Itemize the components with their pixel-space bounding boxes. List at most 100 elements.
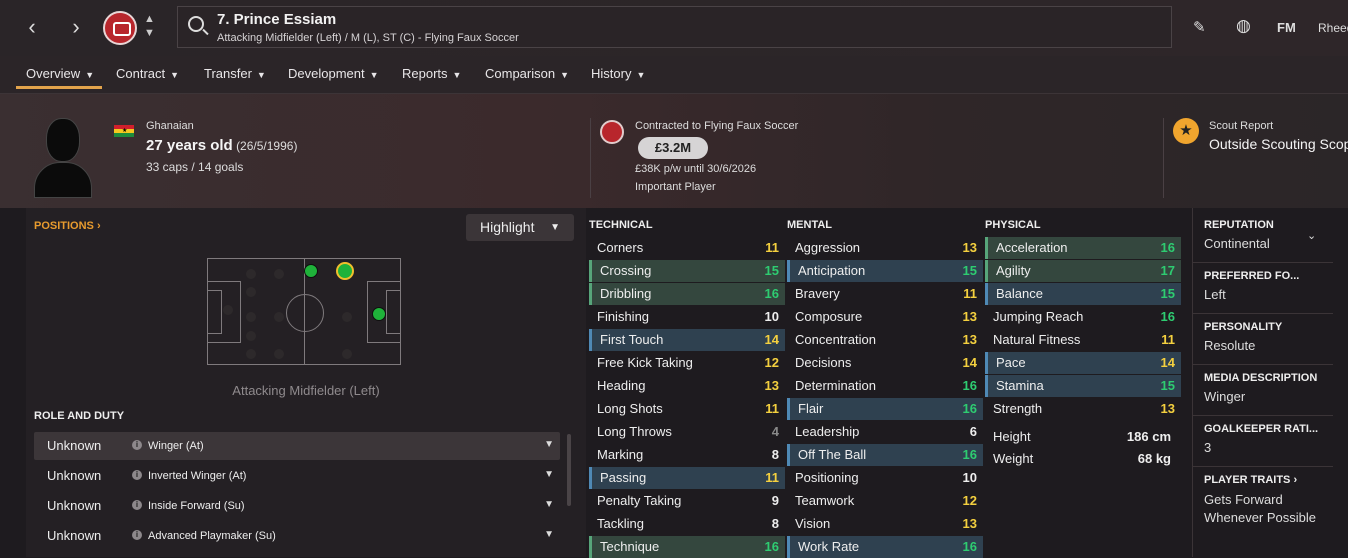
attribute-row[interactable]: Vision 13 (787, 513, 983, 535)
attribute-row[interactable]: Positioning 10 (787, 467, 983, 489)
info-icon[interactable]: i (132, 500, 142, 510)
player-traits-link[interactable]: PLAYER TRAITS › (1204, 474, 1334, 486)
player-avatar (34, 118, 92, 198)
role-name: Inverted Winger (At) (148, 470, 247, 482)
chevron-down-icon[interactable]: ▼ (544, 439, 554, 450)
attribute-row[interactable]: Marking 8 (589, 444, 785, 466)
attribute-row[interactable]: Aggression 13 (787, 237, 983, 259)
personality-label: PERSONALITY (1204, 321, 1283, 333)
attribute-row[interactable]: Concentration 13 (787, 329, 983, 351)
attribute-row[interactable]: Penalty Taking 9 (589, 490, 785, 512)
tab-history[interactable]: History ▼ (591, 66, 645, 81)
media-description-item: MEDIA DESCRIPTION Winger (1204, 372, 1334, 404)
attribute-row[interactable]: Balance 15 (985, 283, 1181, 305)
role-row[interactable]: Unknown i Advanced Playmaker (Su) ▼ (34, 522, 560, 550)
tab-transfer[interactable]: Transfer ▼ (204, 66, 266, 81)
attribute-row[interactable]: First Touch 14 (589, 329, 785, 351)
chevron-down-icon[interactable]: ▼ (544, 529, 554, 540)
secondary-position-dot (372, 307, 386, 321)
divider (1193, 415, 1333, 416)
info-icon[interactable]: i (132, 470, 142, 480)
role-rating: Unknown (47, 468, 102, 483)
player-value-badge[interactable]: £3.2M (638, 137, 708, 159)
user-name[interactable]: Rheed (1318, 21, 1348, 35)
attribute-row[interactable]: Crossing 15 (589, 260, 785, 282)
edit-pencil-icon[interactable]: ✎ (1193, 18, 1206, 36)
tab-contract[interactable]: Contract ▼ (116, 66, 179, 81)
attribute-row[interactable]: Agility 17 (985, 260, 1181, 282)
attribute-row[interactable]: Long Throws 4 (589, 421, 785, 443)
attribute-row[interactable]: Off The Ball 16 (787, 444, 983, 466)
player-traits-item[interactable]: PLAYER TRAITS › Gets Forward Whenever Po… (1204, 474, 1334, 527)
attribute-row[interactable]: Decisions 14 (787, 352, 983, 374)
role-row[interactable]: Unknown i Inside Forward (Su) ▼ (34, 492, 560, 520)
attribute-value: 10 (962, 470, 977, 485)
player-header[interactable]: 7. Prince Essiam Attacking Midfielder (L… (177, 6, 1172, 48)
position-dot (246, 287, 256, 297)
attribute-row[interactable]: Heading 13 (589, 375, 785, 397)
attribute-row[interactable]: Anticipation 15 (787, 260, 983, 282)
chevron-down-icon[interactable]: ▼ (544, 469, 554, 480)
physical-label: PHYSICAL (985, 219, 1041, 231)
attribute-row[interactable]: Finishing 10 (589, 306, 785, 328)
attribute-row[interactable]: Flair 16 (787, 398, 983, 420)
info-icon[interactable]: i (132, 530, 142, 540)
tab-development[interactable]: Development ▼ (288, 66, 379, 81)
attribute-row[interactable]: Natural Fitness 11 (985, 329, 1181, 351)
wage-info: £38K p/w until 30/6/2026 (635, 163, 757, 175)
player-switch-icon[interactable]: ▲ ▼ (144, 12, 155, 40)
attribute-name: First Touch (600, 332, 664, 347)
world-icon[interactable]: ◍ (1236, 16, 1251, 36)
attribute-row[interactable]: Bravery 11 (787, 283, 983, 305)
chevron-down-icon[interactable]: ▼ (544, 499, 554, 510)
weight-label: Weight (993, 451, 1034, 466)
info-icon[interactable]: i (132, 440, 142, 450)
position-dot (246, 331, 256, 341)
attribute-value: 17 (1160, 263, 1175, 278)
attribute-row[interactable]: Leadership 6 (787, 421, 983, 443)
tab-comparison[interactable]: Comparison ▼ (485, 66, 569, 81)
club-badge-icon[interactable] (600, 120, 624, 144)
tab-label: History (591, 66, 632, 81)
attribute-value: 16 (962, 539, 977, 554)
top-bar: ‹ › ▲ ▼ 7. Prince Essiam Attacking Midfie… (0, 0, 1348, 56)
tab-label: Transfer (204, 66, 252, 81)
attribute-row[interactable]: Free Kick Taking 12 (589, 352, 785, 374)
role-rating: Unknown (47, 528, 102, 543)
role-row[interactable]: Unknown i Inverted Winger (At) ▼ (34, 462, 560, 490)
attribute-name: Dribbling (600, 286, 652, 301)
attribute-row[interactable]: Technique 16 (589, 536, 785, 558)
attribute-row[interactable]: Teamwork 12 (787, 490, 983, 512)
attribute-row[interactable]: Tackling 8 (589, 513, 785, 535)
tab-overview[interactable]: Overview ▼ (26, 66, 94, 81)
attribute-row[interactable]: Work Rate 16 (787, 536, 983, 558)
highlight-dropdown[interactable]: Highlight ▼ (466, 214, 574, 241)
back-arrow-icon[interactable]: ‹ (14, 10, 50, 46)
avatar-body (34, 162, 92, 198)
attribute-row[interactable]: Determination 16 (787, 375, 983, 397)
attribute-row[interactable]: Corners 11 (589, 237, 785, 259)
scrollbar[interactable] (567, 434, 571, 506)
attribute-row[interactable]: Stamina 15 (985, 375, 1181, 397)
fm-menu-button[interactable]: FM (1277, 20, 1296, 35)
attribute-row[interactable]: Acceleration 16 (985, 237, 1181, 259)
player-title: 7. Prince Essiam (217, 11, 337, 28)
positions-link[interactable]: POSITIONS › (34, 220, 101, 232)
club-badge-icon[interactable] (103, 11, 137, 45)
chevron-down-icon[interactable]: ⌄ (1307, 229, 1316, 242)
personality-value: Resolute (1204, 338, 1256, 353)
attribute-row[interactable]: Passing 11 (589, 467, 785, 489)
attribute-row[interactable]: Composure 13 (787, 306, 983, 328)
role-name: Advanced Playmaker (Su) (148, 530, 276, 542)
attribute-row[interactable]: Pace 14 (985, 352, 1181, 374)
attribute-row[interactable]: Long Shots 11 (589, 398, 785, 420)
attribute-row[interactable]: Dribbling 16 (589, 283, 785, 305)
flag-stripe-gold: ★ (114, 128, 134, 134)
caps-goals: 33 caps / 14 goals (146, 160, 244, 174)
tab-reports[interactable]: Reports ▼ (402, 66, 461, 81)
attribute-row[interactable]: Strength 13 (985, 398, 1181, 420)
search-icon[interactable] (188, 16, 204, 32)
attribute-row[interactable]: Jumping Reach 16 (985, 306, 1181, 328)
role-row[interactable]: Unknown i Winger (At) ▼ (34, 432, 560, 460)
forward-arrow-icon[interactable]: › (58, 10, 94, 46)
